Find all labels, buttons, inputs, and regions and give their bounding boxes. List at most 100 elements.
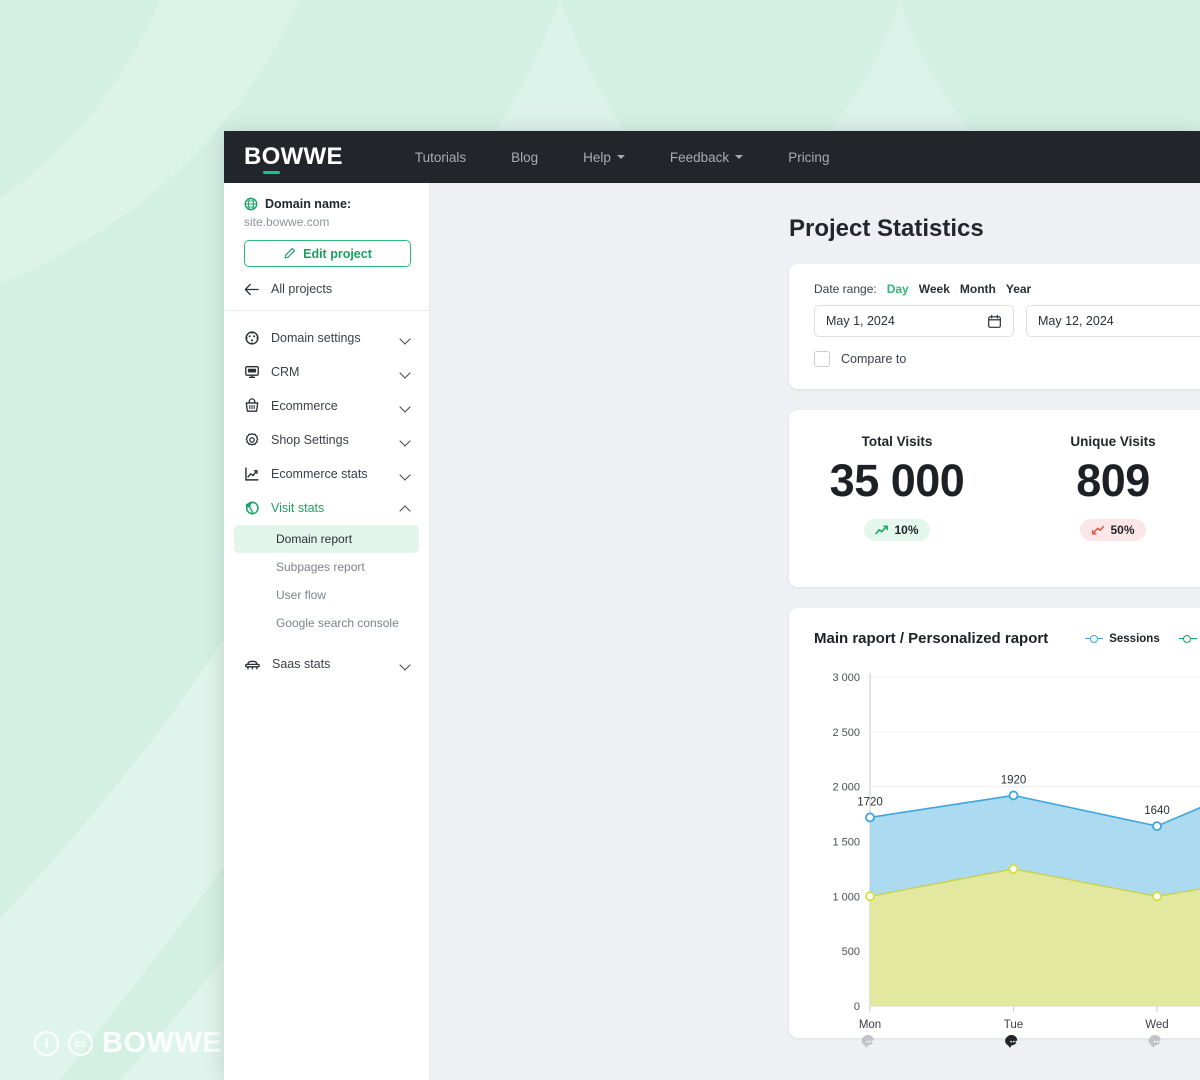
saas-car-icon [244, 660, 260, 670]
date-to-input[interactable]: May 12, 2024 [1026, 305, 1200, 337]
svg-text:Wed: Wed [1145, 1019, 1168, 1031]
nav-label: Tutorials [414, 149, 467, 165]
chevron-down-icon[interactable] [400, 435, 411, 446]
chevron-down-icon [616, 155, 625, 159]
svg-text:3 000: 3 000 [832, 672, 860, 684]
trend-down-icon [1092, 525, 1105, 535]
stats-summary-panel: Total Visits 35 000 10% Unique Visits 80… [789, 410, 1200, 587]
chevron-down-icon [735, 155, 744, 159]
nav-link-blog[interactable]: Blog [511, 150, 538, 165]
stat-title: Total Visits [861, 434, 933, 449]
stat-value: 809 [1076, 455, 1150, 506]
chevron-down-icon[interactable] [400, 333, 411, 344]
sidebar-subitem-label: Subpages report [276, 560, 365, 574]
date-range-label: Date range: [814, 282, 877, 296]
logo-b: B [244, 143, 262, 170]
nav-link-tutorials[interactable]: Tutorials [415, 150, 466, 165]
sidebar-item-ecommerce[interactable]: Ecommerce [224, 389, 429, 423]
sidebar-item-crm[interactable]: CRM [224, 355, 429, 389]
top-navigation-bar: BOWWE Tutorials Blog Help Feedback Prici… [224, 131, 1200, 183]
menu-spacer [224, 637, 429, 647]
chevron-up-icon[interactable] [400, 503, 411, 514]
cc-label: cc [74, 1037, 87, 1050]
basket-icon [245, 398, 259, 412]
svg-text:1 500: 1 500 [832, 837, 860, 849]
sidebar-item-visit-stats[interactable]: Visit stats [224, 491, 429, 525]
calendar-icon [988, 314, 1001, 328]
edit-project-button[interactable]: Edit project [244, 240, 411, 267]
main-content: Project Statistics Date range: Day Week … [430, 183, 1200, 1080]
stat-card-unique-visits: Unique Visits 809 50% [1005, 434, 1200, 561]
sidebar-subitem-label: User flow [276, 588, 327, 602]
sidebar-subitem-domain-report[interactable]: Domain report [234, 525, 419, 553]
svg-text:1 000: 1 000 [832, 891, 860, 903]
sidebar-item-saas-stats[interactable]: Saas stats [224, 647, 429, 681]
globe-gear-icon [245, 331, 259, 345]
date-to-value: May 12, 2024 [1038, 314, 1114, 328]
sidebar-item-label: Ecommerce stats [271, 467, 368, 481]
sidebar-item-domain-settings[interactable]: Domain settings [224, 321, 429, 355]
chart-y-axis-labels: 0 500 1 000 1 500 2 000 2 500 3 000 [832, 672, 860, 1013]
svg-text:Mon: Mon [859, 1019, 881, 1031]
range-option-day[interactable]: Day [887, 282, 909, 296]
nav-label: Help [583, 149, 611, 165]
chart-header: Main raport / Personalized raport Sessio… [814, 630, 1200, 647]
bowwe-logo[interactable]: BOWWE [244, 143, 343, 174]
compare-to-checkbox[interactable] [814, 351, 830, 367]
date-range-row: Date range: Day Week Month Year [814, 282, 1200, 296]
range-option-year[interactable]: Year [1006, 282, 1031, 296]
chart-series-areas [869, 794, 1200, 1006]
sidebar-subitem-user-flow[interactable]: User flow [234, 581, 419, 609]
sidebar-navigation: Domain settings CRM Ecommerce Shop Setti… [224, 311, 429, 681]
arrow-left-icon [244, 283, 259, 295]
visit-stats-icon [245, 501, 259, 515]
sidebar-subitem-google-search-console[interactable]: Google search console [234, 609, 419, 637]
svg-text:1640: 1640 [1144, 805, 1170, 817]
all-projects-label: All projects [271, 282, 333, 296]
chevron-down-icon[interactable] [400, 367, 411, 378]
stat-value: 35 000 [829, 455, 965, 506]
page-title: Project Statistics [789, 215, 984, 242]
legend-item-new-users[interactable]: New users [1178, 633, 1200, 645]
sidebar-item-shop-settings[interactable]: Shop Settings [224, 423, 429, 457]
sidebar-subitem-label: Google search console [276, 616, 399, 630]
date-from-input[interactable]: May 1, 2024 [814, 305, 1014, 337]
nav-link-feedback[interactable]: Feedback [669, 149, 744, 165]
app-window: BOWWE Tutorials Blog Help Feedback Prici… [224, 131, 1200, 1080]
status-badge: 10% [864, 519, 930, 541]
sidebar-item-label: Ecommerce [271, 399, 338, 413]
legend-marker-icon [1178, 634, 1197, 643]
status-badge-label: 50% [1110, 523, 1135, 537]
sidebar-subitem-label: Domain report [276, 532, 353, 546]
svg-text:Tue: Tue [1004, 1019, 1023, 1031]
compare-to-row[interactable]: Compare to [814, 351, 1200, 367]
sidebar: Domain name: site.bowwe.com Edit project… [224, 183, 430, 1080]
range-option-week[interactable]: Week [919, 282, 950, 296]
logo-wwe: WWE [280, 143, 343, 170]
nav-link-help[interactable]: Help [583, 150, 625, 165]
sidebar-item-label: CRM [271, 365, 300, 379]
filter-panel: Date range: Day Week Month Year May 1, 2… [789, 264, 1200, 389]
chevron-down-icon[interactable] [400, 659, 411, 670]
creative-commons-icon: cc [68, 1031, 93, 1056]
nav-label: Feedback [669, 149, 730, 165]
sidebar-item-ecommerce-stats[interactable]: Ecommerce stats [224, 457, 429, 491]
sidebar-item-label: Saas stats [272, 657, 331, 671]
sidebar-subitem-subpages-report[interactable]: Subpages report [234, 553, 419, 581]
chart-legend: Sessions New users Coversi [1085, 633, 1200, 645]
status-badge: 50% [1080, 519, 1146, 541]
range-option-month[interactable]: Month [960, 282, 996, 296]
cc-person-icon [34, 1031, 59, 1056]
legend-item-sessions[interactable]: Sessions [1085, 633, 1160, 645]
globe-icon [244, 197, 258, 211]
domain-name-value: site.bowwe.com [244, 215, 330, 229]
nav-link-pricing[interactable]: Pricing [788, 150, 829, 165]
svg-text:500: 500 [842, 946, 860, 958]
edit-project-label: Edit project [303, 246, 372, 261]
chevron-down-icon[interactable] [400, 469, 411, 480]
all-projects-link[interactable]: All projects [224, 282, 429, 311]
chevron-down-icon[interactable] [400, 401, 411, 412]
compare-to-label: Compare to [841, 352, 907, 366]
chart-x-axis: MonTueWedThu [859, 1006, 1169, 1048]
status-badge-label: 10% [894, 523, 919, 537]
